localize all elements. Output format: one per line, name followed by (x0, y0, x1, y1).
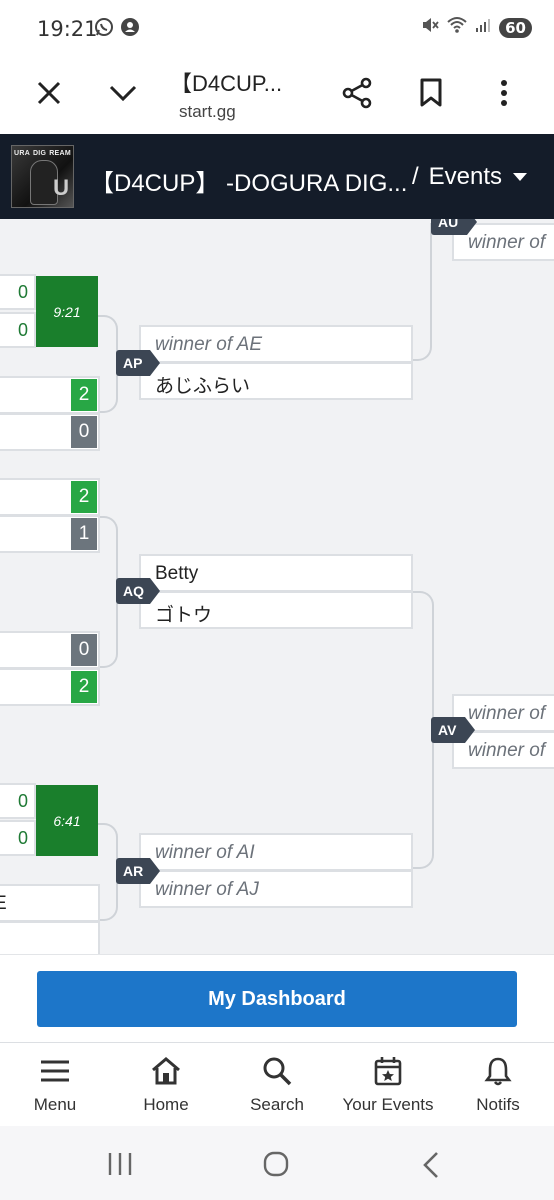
slot-name: winner of (468, 740, 546, 761)
signal-icon (475, 17, 491, 38)
system-navigation-bar (0, 1126, 554, 1200)
chevron-down-icon (109, 85, 137, 102)
wifi-icon (447, 16, 467, 39)
account-icon (120, 17, 140, 42)
back-icon (423, 1152, 438, 1178)
nav-menu[interactable]: Menu (0, 1053, 110, 1115)
connector-line (412, 591, 434, 731)
slot-name: winner of (468, 703, 546, 724)
slot-name: ゴトウ (155, 605, 213, 626)
search-icon (222, 1053, 332, 1089)
bookmark-button[interactable] (409, 71, 453, 115)
match-aq-slot-bottom[interactable]: ゴトウ (139, 591, 413, 629)
recent-apps-icon (108, 1153, 132, 1175)
status-bar: 19:21 60 (0, 0, 554, 56)
status-system-icons: 60 (421, 16, 532, 39)
logo-initial: U (53, 175, 69, 200)
connector-line (412, 223, 432, 361)
events-label: Events (428, 163, 503, 190)
browser-page-title: 【D4CUP... (170, 71, 283, 96)
caret-down-icon (513, 173, 528, 181)
score-lose: 1 (71, 518, 97, 550)
nav-your-events[interactable]: Your Events (333, 1053, 443, 1115)
share-icon (342, 77, 372, 109)
more-vert-icon (501, 80, 507, 106)
close-icon (37, 81, 61, 105)
score-top: 0 (18, 282, 29, 302)
bracket-view[interactable]: winner of AU 0 0 9:21 2 0 winner of AE あ… (0, 219, 554, 954)
breadcrumb-separator: / (412, 163, 419, 190)
my-dashboard-button[interactable]: My Dashboard (37, 971, 517, 1027)
logo-lettering: URA DIG REAM (14, 150, 71, 157)
status-time: 19:21 (37, 17, 98, 41)
score-win: 2 (71, 481, 97, 513)
nav-label: Search (250, 1095, 304, 1114)
score-bottom: 0 (18, 828, 29, 848)
match-aq-slot-top[interactable]: Betty (139, 554, 413, 592)
match-ar-slot-bottom[interactable]: winner of AJ (139, 870, 413, 908)
bottom-navigation: Menu Home Search Your Events Notifs (0, 1042, 554, 1126)
home-icon (111, 1053, 221, 1089)
whatsapp-icon (94, 17, 114, 42)
match-badge-au: AU (431, 219, 477, 235)
score-win: 2 (71, 671, 97, 703)
connector-line (412, 731, 434, 869)
slot-name: あじふらい (155, 376, 251, 397)
match-ap-slot-bottom[interactable]: あじふらい (139, 362, 413, 400)
nav-search[interactable]: Search (222, 1053, 332, 1115)
slot-name: winner of AJ (155, 879, 259, 900)
more-options-button[interactable] (482, 71, 526, 115)
nav-label: Your Events (342, 1095, 434, 1114)
share-button[interactable] (335, 71, 379, 115)
slot-name: winner of AE (155, 334, 263, 355)
collapse-button[interactable] (101, 71, 145, 115)
match-badge-av: AV (431, 717, 475, 743)
slot-name: winner of (468, 232, 546, 253)
bell-icon (443, 1053, 553, 1089)
match-badge-ar: AR (116, 858, 160, 884)
mute-icon (421, 16, 439, 39)
match-6-slot-bottom[interactable] (0, 921, 100, 954)
score-top: 0 (18, 791, 29, 811)
score-bottom: 0 (18, 320, 29, 340)
nav-notifs[interactable]: Notifs (443, 1053, 553, 1115)
battery-indicator: 60 (499, 17, 532, 38)
match-ar-slot-top[interactable]: winner of AI (139, 833, 413, 871)
nav-label: Home (143, 1095, 189, 1114)
match-timer: 9:21 (36, 276, 98, 347)
dashboard-bar: My Dashboard (0, 954, 554, 1042)
recent-apps-button[interactable] (106, 1151, 134, 1182)
nav-label: Menu (33, 1095, 77, 1114)
browser-title-area: 【D4CUP... start.gg (170, 66, 310, 122)
slot-name: Betty (155, 563, 199, 584)
menu-icon (0, 1053, 110, 1089)
home-circle-icon (263, 1151, 289, 1177)
tournament-logo[interactable]: URA DIG REAM U (11, 145, 74, 208)
tournament-title[interactable]: 【D4CUP】 -DOGURA DIG... (90, 163, 407, 198)
calendar-star-icon (333, 1053, 443, 1089)
match-badge-aq: AQ (116, 578, 160, 604)
status-notification-icons (94, 17, 140, 42)
back-button[interactable] (420, 1151, 442, 1184)
home-system-button[interactable] (262, 1150, 290, 1183)
nav-home[interactable]: Home (111, 1053, 221, 1115)
slot-name: winner of AI (155, 842, 255, 863)
score-win: 2 (71, 379, 97, 411)
nav-label: Notifs (476, 1095, 520, 1114)
close-button[interactable] (27, 71, 71, 115)
match-timer: 6:41 (36, 785, 98, 856)
score-lose: 0 (71, 416, 97, 448)
browser-url: start.gg (179, 102, 236, 121)
slot-name: E (0, 893, 7, 914)
match-6-slot-top[interactable]: E (0, 884, 100, 922)
browser-toolbar: 【D4CUP... start.gg (0, 56, 554, 134)
match-ap-slot-top[interactable]: winner of AE (139, 325, 413, 363)
events-dropdown[interactable]: / Events (412, 163, 528, 191)
match-badge-ap: AP (116, 350, 160, 376)
score-lose: 0 (71, 634, 97, 666)
bookmark-icon (420, 78, 442, 107)
site-header: URA DIG REAM U 【D4CUP】 -DOGURA DIG... / Ev… (0, 134, 554, 219)
